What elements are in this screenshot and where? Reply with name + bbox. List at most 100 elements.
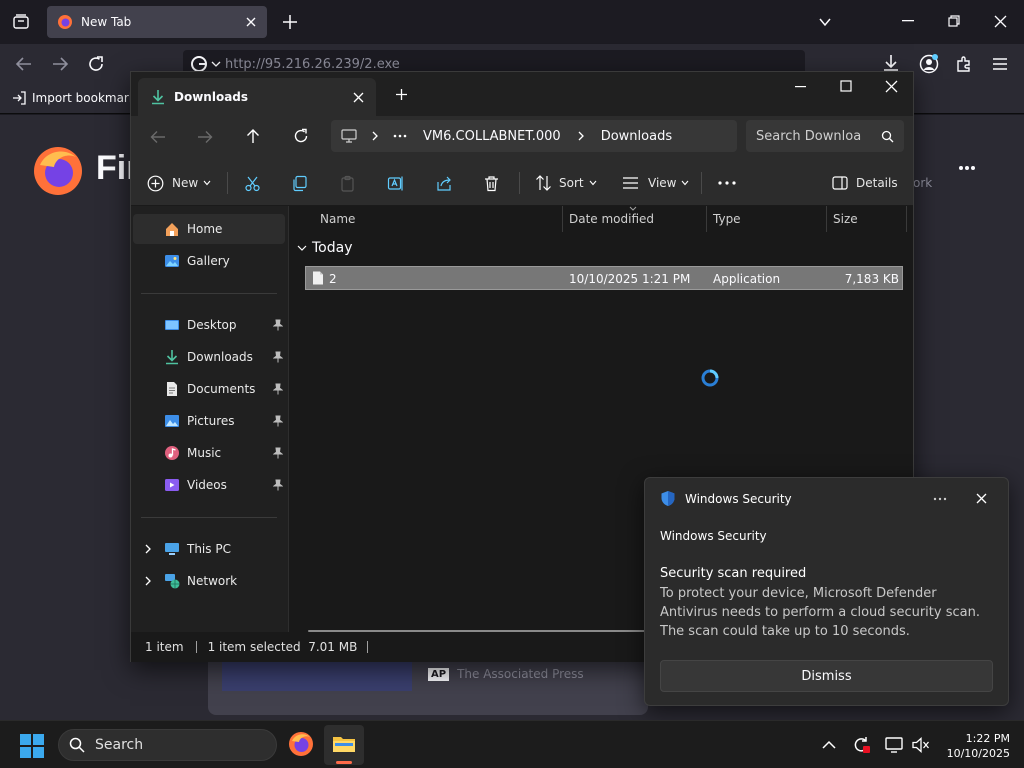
up-arrow-icon[interactable] [246, 128, 260, 144]
taskbar-firefox-icon[interactable] [288, 731, 314, 757]
see-more-button[interactable] [718, 168, 736, 198]
view-button[interactable]: View [622, 168, 689, 198]
pin-icon[interactable] [273, 479, 283, 491]
column-header-name[interactable]: Name [320, 206, 355, 232]
search-input[interactable]: Search Downloa [746, 120, 904, 152]
chevron-down-icon[interactable] [818, 15, 832, 29]
chevron-up-icon[interactable] [822, 740, 836, 749]
taskbar-clock[interactable]: 1:22 PM 10/10/2025 [940, 731, 1010, 761]
back-arrow-icon[interactable] [15, 56, 33, 72]
sort-button[interactable]: Sort [535, 168, 597, 198]
column-separator[interactable] [906, 206, 907, 232]
close-window-icon[interactable] [885, 80, 898, 93]
chevron-right-icon[interactable] [144, 576, 152, 586]
clock-date: 10/10/2025 [946, 747, 1010, 760]
download-icon[interactable] [882, 54, 900, 72]
sidebar-item-pictures[interactable]: Pictures [133, 406, 285, 436]
pin-icon[interactable] [273, 383, 283, 395]
sidebar-item-documents[interactable]: Documents [133, 374, 285, 404]
close-window-icon[interactable] [994, 15, 1007, 28]
chevron-down-icon[interactable] [211, 60, 221, 68]
ap-logo: AP [428, 667, 450, 681]
forward-arrow-icon[interactable] [51, 56, 69, 72]
explorer-command-bar: New Sort View Details [131, 160, 913, 206]
sidebar-item-videos[interactable]: Videos [133, 470, 285, 500]
more-options-icon[interactable] [933, 497, 947, 501]
column-separator[interactable] [562, 206, 563, 232]
column-header-type[interactable]: Type [713, 206, 741, 232]
rename-icon [387, 175, 404, 192]
column-header-size[interactable]: Size [833, 206, 858, 232]
paste-button[interactable] [339, 168, 356, 198]
browser-tab-new-tab[interactable]: New Tab [47, 6, 267, 38]
clock-time: 1:22 PM [965, 732, 1010, 745]
new-button-label: New [172, 176, 199, 190]
windows-security-toast: Windows Security Windows Security Securi… [644, 477, 1009, 706]
windows-start-icon[interactable] [20, 734, 44, 758]
column-separator[interactable] [826, 206, 827, 232]
sidebar-item-label: Videos [187, 478, 227, 492]
sidebar-item-music[interactable]: Music [133, 438, 285, 468]
close-toast-icon[interactable] [976, 493, 987, 504]
dismiss-button[interactable]: Dismiss [660, 660, 993, 692]
explorer-tab-downloads[interactable]: Downloads [138, 78, 376, 116]
group-header-today[interactable]: Today [297, 240, 353, 256]
network-icon [164, 573, 180, 589]
delete-button[interactable] [483, 168, 500, 198]
account-icon[interactable] [919, 54, 939, 74]
share-button[interactable] [436, 168, 453, 198]
details-pane-button[interactable]: Details [832, 168, 898, 198]
pin-icon[interactable] [273, 351, 283, 363]
monitor-icon[interactable] [885, 737, 903, 753]
pin-icon[interactable] [273, 319, 283, 331]
sidebar-item-this-pc[interactable]: This PC [133, 534, 285, 564]
pin-icon[interactable] [273, 415, 283, 427]
sidebar-item-downloads[interactable]: Downloads [133, 342, 285, 372]
breadcrumb-downloads[interactable]: Downloads [601, 129, 672, 144]
pin-icon[interactable] [273, 447, 283, 459]
tab-list-icon[interactable] [12, 13, 30, 31]
more-options-icon[interactable] [958, 165, 976, 171]
address-bar[interactable]: VM6.COLLABNET.000 Downloads [331, 120, 737, 152]
close-tab-icon[interactable] [353, 92, 364, 103]
chevron-right-icon [371, 131, 379, 141]
minimize-icon[interactable] [795, 86, 807, 88]
sidebar-item-home[interactable]: Home [133, 214, 285, 244]
refresh-icon[interactable] [293, 128, 309, 144]
volume-muted-icon[interactable] [912, 737, 930, 753]
column-header-label: Size [833, 212, 858, 226]
more-breadcrumbs-icon[interactable] [393, 134, 407, 138]
sidebar-item-network[interactable]: Network [133, 566, 285, 596]
new-tab-icon[interactable] [395, 88, 408, 101]
toolbar-separator [519, 172, 520, 194]
chevron-right-icon[interactable] [144, 544, 152, 554]
url-text[interactable]: http://95.216.26.239/2.exe [225, 57, 400, 72]
sync-alert-icon[interactable] [851, 735, 871, 755]
extensions-icon[interactable] [955, 55, 973, 73]
new-tab-icon[interactable] [282, 14, 298, 30]
back-arrow-icon[interactable] [150, 130, 166, 144]
forward-arrow-icon[interactable] [197, 130, 213, 144]
close-tab-icon[interactable] [245, 16, 257, 28]
taskbar-file-explorer-button[interactable] [324, 725, 364, 765]
copy-icon [291, 175, 308, 192]
rename-button[interactable] [387, 168, 404, 198]
copy-button[interactable] [291, 168, 308, 198]
taskbar-search-box[interactable]: Search [58, 729, 277, 761]
new-button[interactable]: New [147, 168, 211, 198]
column-separator[interactable] [706, 206, 707, 232]
import-bookmarks-link[interactable]: Import bookmarks [12, 91, 142, 105]
download-arrow-icon [150, 89, 166, 105]
news-card[interactable]: AP The Associated Press [208, 655, 648, 715]
restore-icon[interactable] [948, 15, 960, 27]
cut-button[interactable] [244, 168, 261, 198]
column-header-date[interactable]: Date modified [569, 206, 654, 232]
breadcrumb-computer[interactable]: VM6.COLLABNET.000 [423, 129, 561, 144]
table-row[interactable]: 2 10/10/2025 1:21 PM Application 7,183 K… [305, 266, 903, 290]
maximize-icon[interactable] [840, 80, 852, 92]
sidebar-item-desktop[interactable]: Desktop [133, 310, 285, 340]
reload-icon[interactable] [87, 55, 105, 73]
minimize-icon[interactable] [902, 20, 914, 22]
menu-icon[interactable] [992, 57, 1008, 71]
sidebar-item-gallery[interactable]: Gallery [133, 246, 285, 276]
